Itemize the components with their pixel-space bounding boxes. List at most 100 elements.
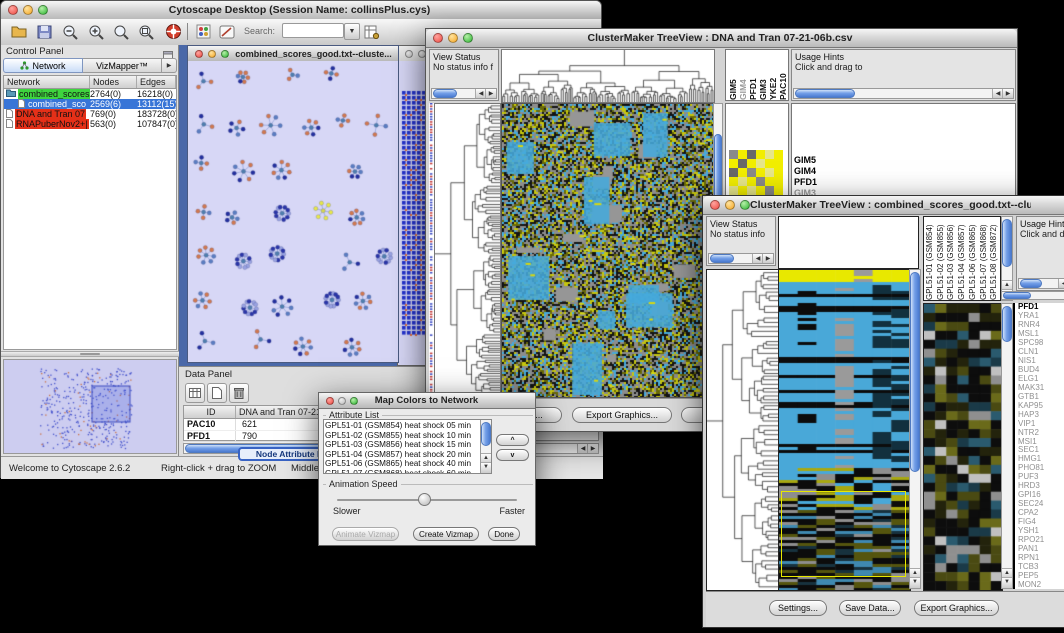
save-data-button[interactable]: Save Data... (839, 600, 901, 616)
matrix-column-label[interactable]: PAC10 (778, 52, 788, 100)
attribute-list-item[interactable]: GPL51-01 (GSM854) heat shock 05 min (325, 421, 479, 431)
tab-vizmapper[interactable]: VizMapper™ (83, 58, 162, 73)
gene-label[interactable]: YSH1 (1015, 526, 1064, 535)
close-button[interactable] (405, 50, 413, 58)
gene-label[interactable]: RPO21 (1015, 535, 1064, 544)
matrix-cell[interactable] (729, 168, 738, 177)
matrix-column-label[interactable]: GIM3 (758, 52, 768, 100)
matrix-cell[interactable] (729, 159, 738, 168)
gene-label[interactable]: GIM5 (794, 155, 822, 166)
gene-label[interactable]: GIM4 (794, 166, 822, 177)
zoom-button[interactable] (38, 5, 48, 15)
gene-label[interactable]: SEC1 (1015, 446, 1064, 455)
row-dendrogram[interactable] (434, 103, 501, 398)
attribute-list-vscrollbar[interactable]: ▲▼ (480, 420, 491, 473)
zoom-out-icon[interactable] (60, 22, 80, 41)
zoom-button[interactable] (221, 50, 229, 58)
matrix-cell[interactable] (738, 159, 747, 168)
array-column-label[interactable]: GPL51-01 (GSM854) (925, 218, 936, 300)
gene-label[interactable]: HRD3 (1015, 482, 1064, 491)
matrix-cell[interactable] (729, 177, 738, 186)
matrix-cell[interactable] (738, 150, 747, 159)
gene-label[interactable]: PFD1 (794, 177, 822, 188)
network-column-header[interactable]: Edges (137, 76, 176, 88)
zoom-selected-icon[interactable] (136, 22, 156, 41)
gene-label[interactable]: YRA1 (1015, 312, 1064, 321)
search-dropdown-arrow[interactable]: ▼ (344, 23, 360, 40)
speed-slider-thumb[interactable] (418, 493, 431, 506)
matrix-cell[interactable] (729, 186, 738, 195)
matrix-cell[interactable] (747, 159, 756, 168)
new-attribute-icon[interactable] (207, 383, 227, 403)
tab-overflow-button[interactable]: ▶ (162, 58, 177, 73)
zoom-vscrollbar[interactable]: ▲▼ (1001, 303, 1013, 589)
help-lifering-icon[interactable] (163, 22, 183, 41)
gene-label[interactable]: PAN1 (1015, 544, 1064, 553)
matrix-column-label[interactable]: GIM4 (738, 52, 748, 100)
gene-label[interactable]: SEC24 (1015, 500, 1064, 509)
treeview2-titlebar[interactable]: ClusterMaker TreeView : combined_scores_… (703, 196, 1064, 215)
array-column-label[interactable]: GPL51-08 (GSM872) (989, 218, 1000, 300)
minimize-button[interactable] (208, 50, 216, 58)
matrix-column-label[interactable]: YKE2 (768, 52, 778, 100)
minimize-button[interactable] (448, 33, 458, 43)
matrix-cell[interactable] (747, 150, 756, 159)
column-labels-vscrollbar[interactable]: ▲▼ (1001, 216, 1013, 301)
matrix-cell[interactable] (756, 168, 765, 177)
matrix-cell[interactable] (747, 177, 756, 186)
export-graphics-button[interactable]: Export Graphics... (914, 600, 999, 616)
network-row[interactable]: combined_sco2569(6)13112(15) (4, 99, 176, 109)
matrix-cell[interactable] (738, 168, 747, 177)
gene-label[interactable]: NTR2 (1015, 428, 1064, 437)
array-column-label[interactable]: GPL51-06 (GSM865) (968, 218, 979, 300)
save-icon[interactable] (34, 22, 54, 41)
create-vizmap-button[interactable]: Create Vizmap (413, 527, 479, 541)
network-row[interactable]: RNAPuberNov2+|563(0)107847(0) (4, 119, 176, 129)
usage-hints-hscrollbar[interactable]: ◀▶ (1018, 278, 1064, 289)
gene-label[interactable]: BUD4 (1015, 366, 1064, 375)
zoom-fit-icon[interactable] (111, 22, 131, 41)
table-import-icon[interactable] (361, 22, 381, 41)
minimize-button[interactable] (338, 397, 346, 405)
column-dendrogram-area[interactable] (778, 216, 919, 269)
birdseye-view[interactable] (3, 359, 177, 454)
attribute-select-icon[interactable] (185, 383, 205, 403)
array-column-label[interactable]: GPL51-02 (GSM855) (936, 218, 947, 300)
matrix-cell[interactable] (774, 150, 783, 159)
gene-label[interactable]: CPA2 (1015, 509, 1064, 518)
delete-attribute-icon[interactable] (229, 383, 249, 403)
array-column-label[interactable]: GPL51-04 (GSM857) (957, 218, 968, 300)
matrix-cell[interactable] (747, 186, 756, 195)
gene-label[interactable]: FIG4 (1015, 518, 1064, 527)
zoom-panel-hscrollbar[interactable] (1001, 291, 1064, 300)
done-button[interactable]: Done (488, 527, 520, 541)
matrix-cell[interactable] (765, 186, 774, 195)
gene-label[interactable]: ELG1 (1015, 375, 1064, 384)
gene-label[interactable]: RNR4 (1015, 321, 1064, 330)
matrix-cell[interactable] (774, 168, 783, 177)
attribute-list-item[interactable]: GPL51-07 (GSM868) heat shock 60 min (325, 469, 479, 474)
gene-label[interactable]: MAK31 (1015, 383, 1064, 392)
matrix-cell[interactable] (765, 177, 774, 186)
annotation-icon[interactable] (217, 22, 237, 41)
search-input[interactable] (282, 23, 344, 38)
matrix-cell[interactable] (765, 150, 774, 159)
gene-label[interactable]: MON2 (1015, 580, 1064, 589)
animate-vizmap-button[interactable]: Animate Vizmap (332, 527, 399, 541)
treeview1-titlebar[interactable]: ClusterMaker TreeView : DNA and Tran 07-… (426, 29, 1017, 48)
matrix-cell[interactable] (756, 159, 765, 168)
network-column-header[interactable]: Nodes (90, 76, 137, 88)
zoom-in-icon[interactable] (86, 22, 106, 41)
tab-network[interactable]: Network (3, 58, 83, 73)
close-button[interactable] (8, 5, 18, 15)
array-column-label[interactable]: GPL51-07 (GSM868) (979, 218, 990, 300)
gene-label[interactable]: VIP1 (1015, 419, 1064, 428)
network-canvas-1[interactable] (188, 61, 398, 362)
matrix-cell[interactable] (738, 186, 747, 195)
array-column-label[interactable]: GPL51-03 (GSM856) (946, 218, 957, 300)
gene-label[interactable]: MSI1 (1015, 437, 1064, 446)
gene-label[interactable]: PEP5 (1015, 571, 1064, 580)
settings-button[interactable]: Settings... (769, 600, 827, 616)
gene-label[interactable]: PHO81 (1015, 464, 1064, 473)
matrix-cell[interactable] (774, 177, 783, 186)
